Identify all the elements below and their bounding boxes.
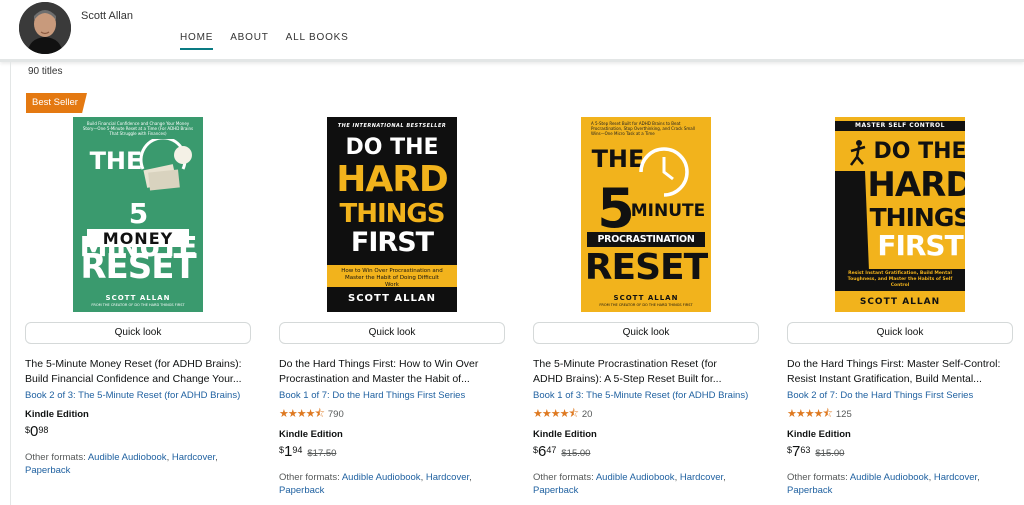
price-row: $ 6 47 $15.00 xyxy=(533,444,590,460)
other-formats: Other formats: Audible Audiobook, Hardco… xyxy=(25,452,218,476)
cover-line1: DO THE xyxy=(873,139,965,164)
cover-tagline: A 5-Step Reset Built for ADHD Brains to … xyxy=(591,121,695,136)
book-card: Build Financial Confidence and Change Yo… xyxy=(25,117,251,476)
format-link-paperback[interactable]: Paperback xyxy=(279,485,324,496)
list-price: $15.00 xyxy=(815,448,845,459)
format-link-paperback[interactable]: Paperback xyxy=(25,465,70,476)
rating-count[interactable]: 20 xyxy=(582,409,593,420)
format-link-audible[interactable]: Audible Audiobook xyxy=(88,452,167,463)
nav-about[interactable]: ABOUT xyxy=(230,32,268,50)
format-link-paperback[interactable]: Paperback xyxy=(787,485,832,496)
cover-line3: THINGS xyxy=(869,203,965,232)
cover-tagline: THE INTERNATIONAL BESTSELLER xyxy=(337,123,447,129)
price-row: $ 0 98 xyxy=(25,424,48,440)
quick-look-button[interactable]: Quick look xyxy=(25,322,251,344)
cover-author: SCOTT ALLAN xyxy=(105,294,171,302)
book-cover[interactable]: Build Financial Confidence and Change Yo… xyxy=(73,117,203,312)
cover-footer: FROM THE CREATOR OF DO THE HARD THINGS F… xyxy=(91,303,185,307)
star-rating-icon: ★★★★⯪ xyxy=(533,408,579,420)
money-icon xyxy=(139,139,192,191)
cover-line3: THINGS xyxy=(339,199,446,229)
book-card: THE INTERNATIONAL BESTSELLER DO THE HARD… xyxy=(279,117,505,496)
nav-home[interactable]: HOME xyxy=(180,32,214,50)
cover-author: SCOTT ALLAN xyxy=(859,297,941,307)
cover-line2: HARD xyxy=(867,165,965,205)
book-cover[interactable]: THE INTERNATIONAL BESTSELLER DO THE HARD… xyxy=(327,117,457,312)
star-rating-icon: ★★★★⯪ xyxy=(787,408,833,420)
format-link-hardcover[interactable]: Hardcover xyxy=(426,472,469,483)
series-link[interactable]: Book 1 of 3: The 5-Minute Reset (for ADH… xyxy=(533,390,748,401)
other-formats: Other formats: Audible Audiobook, Hardco… xyxy=(279,472,472,496)
series-link[interactable]: Book 2 of 7: Do the Hard Things First Se… xyxy=(787,390,973,401)
book-card: A 5-Step Reset Built for ADHD Brains to … xyxy=(533,117,759,496)
format-link-hardcover[interactable]: Hardcover xyxy=(172,452,215,463)
edition-label: Kindle Edition xyxy=(787,429,851,440)
content-divider xyxy=(10,62,11,505)
format-link-paperback[interactable]: Paperback xyxy=(533,485,578,496)
series-link[interactable]: Book 1 of 7: Do the Hard Things First Se… xyxy=(279,390,465,401)
cover-line4: FIRST xyxy=(877,229,963,262)
cover-subtitle: Resist Instant Gratification, Build Ment… xyxy=(847,271,953,288)
author-avatar[interactable] xyxy=(19,2,71,54)
quick-look-button[interactable]: Quick look xyxy=(279,322,505,344)
list-price: $15.00 xyxy=(561,448,591,459)
nav-all-books[interactable]: ALL BOOKS xyxy=(286,32,349,50)
cover-line2: HARD xyxy=(336,159,449,200)
format-link-hardcover[interactable]: Hardcover xyxy=(934,472,977,483)
site-header: Scott Allan HOME ABOUT ALL BOOKS xyxy=(0,0,1024,62)
format-link-audible[interactable]: Audible Audiobook xyxy=(850,472,929,483)
cover-subtitle: How to Win Over Procrastination and Mast… xyxy=(341,268,443,288)
cover-line1: DO THE xyxy=(345,135,439,160)
list-price: $17.50 xyxy=(307,448,337,459)
price: $ 1 94 xyxy=(279,443,303,460)
price: $ 0 98 xyxy=(25,423,49,440)
cover-author: SCOTT ALLAN xyxy=(348,293,436,304)
best-seller-badge: Best Seller xyxy=(26,93,87,113)
author-name[interactable]: Scott Allan xyxy=(81,10,133,22)
series-link[interactable]: Book 2 of 3: The 5-Minute Reset (for ADH… xyxy=(25,390,240,401)
book-title[interactable]: Do the Hard Things First: How to Win Ove… xyxy=(279,357,505,386)
titles-count: 90 titles xyxy=(28,66,63,77)
cover-line3: PROCRASTINATION xyxy=(597,234,695,245)
price: $ 7 63 xyxy=(787,443,811,460)
cover-line4: RESET xyxy=(584,247,708,288)
rating-count[interactable]: 125 xyxy=(836,409,852,420)
rating[interactable]: ★★★★⯪ 20 xyxy=(533,405,592,424)
format-link-hardcover[interactable]: Hardcover xyxy=(680,472,723,483)
cover-author: SCOTT ALLAN xyxy=(613,294,679,302)
book-cover[interactable]: MASTER SELF CONTROL DO THE HARD THINGS F… xyxy=(835,117,965,312)
edition-label: Kindle Edition xyxy=(279,429,343,440)
other-formats: Other formats: Audible Audiobook, Hardco… xyxy=(533,472,726,496)
book-title[interactable]: The 5-Minute Procrastination Reset (for … xyxy=(533,357,759,386)
edition-label: Kindle Edition xyxy=(25,409,89,420)
price-row: $ 1 94 $17.50 xyxy=(279,444,336,460)
book-title[interactable]: Do the Hard Things First: Master Self-Co… xyxy=(787,357,1013,386)
format-link-audible[interactable]: Audible Audiobook xyxy=(342,472,421,483)
cover-line3: MONEY xyxy=(102,229,174,248)
edition-label: Kindle Edition xyxy=(533,429,597,440)
cover-tagline: Build Financial Confidence and Change Yo… xyxy=(82,121,194,136)
rating[interactable]: ★★★★⯪ 790 xyxy=(279,405,344,424)
quick-look-button[interactable]: Quick look xyxy=(533,322,759,344)
star-rating-icon: ★★★★⯪ xyxy=(279,408,325,420)
book-card: MASTER SELF CONTROL DO THE HARD THINGS F… xyxy=(787,117,1013,496)
price-row: $ 7 63 $15.00 xyxy=(787,444,844,460)
cover-tagline: MASTER SELF CONTROL xyxy=(855,122,945,129)
book-title[interactable]: The 5-Minute Money Reset (for ADHD Brain… xyxy=(25,357,251,386)
price: $ 6 47 xyxy=(533,443,557,460)
rating-count[interactable]: 790 xyxy=(328,409,344,420)
quick-look-button[interactable]: Quick look xyxy=(787,322,1013,344)
book-cover[interactable]: A 5-Step Reset Built for ADHD Brains to … xyxy=(581,117,711,312)
rating[interactable]: ★★★★⯪ 125 xyxy=(787,405,852,424)
cover-line4: FIRST xyxy=(350,227,434,258)
format-link-audible[interactable]: Audible Audiobook xyxy=(596,472,675,483)
cover-footer: FROM THE CREATOR OF DO THE HARD THINGS F… xyxy=(599,303,693,307)
main-nav: HOME ABOUT ALL BOOKS xyxy=(180,32,349,50)
cover-line4: RESET xyxy=(80,247,196,287)
other-formats: Other formats: Audible Audiobook, Hardco… xyxy=(787,472,980,496)
